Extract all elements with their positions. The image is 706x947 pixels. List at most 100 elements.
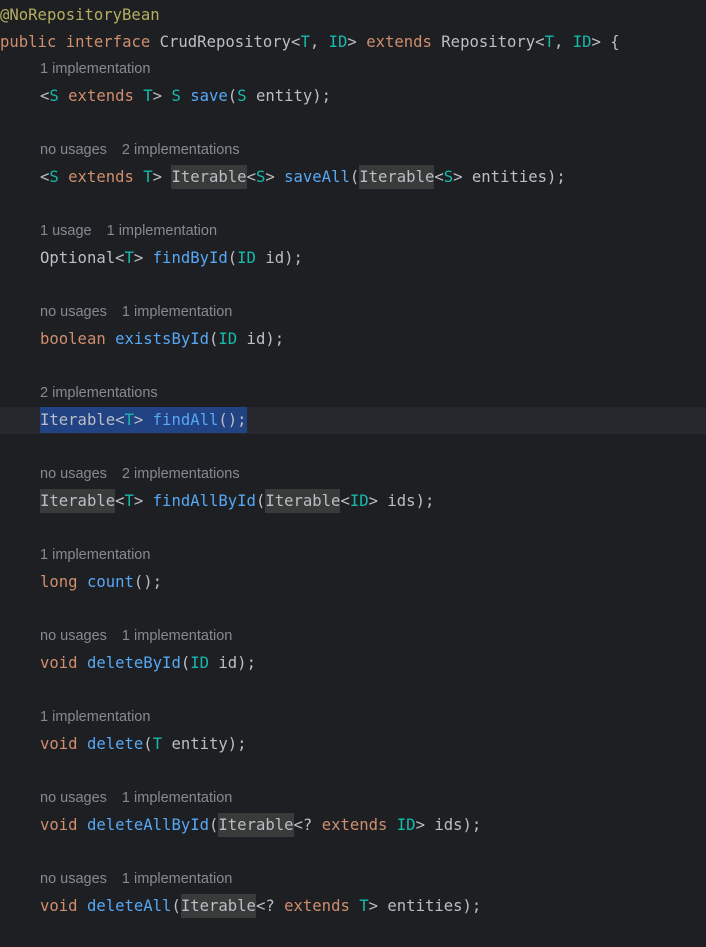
- code-token: Iterable: [40, 489, 116, 513]
- code-token: S: [255, 168, 266, 186]
- interface-declaration[interactable]: public interface CrudRepository<T, ID> e…: [0, 29, 706, 56]
- implementations-hint[interactable]: 1 implementation: [122, 871, 232, 887]
- code-token: boolean: [40, 330, 106, 348]
- method-declaration[interactable]: void deleteAll(Iterable<? extends T> ent…: [0, 893, 706, 920]
- implementations-hint[interactable]: 1 implementation: [122, 628, 232, 644]
- selection[interactable]: Iterable<T> findAll();: [40, 407, 247, 433]
- usages-hint[interactable]: no usages: [40, 142, 107, 158]
- implementations-hint[interactable]: 1 implementation: [40, 709, 150, 725]
- code-token: Iterable: [171, 165, 247, 189]
- method-declaration[interactable]: <S extends T> Iterable<S> saveAll(Iterab…: [0, 164, 706, 191]
- inlay-hint-line: no usages 2 implementations: [0, 137, 706, 164]
- inlay-hint-line: 1 implementation: [0, 542, 706, 569]
- code-token: void: [40, 735, 78, 753]
- code-token: count: [86, 573, 134, 591]
- method-declaration[interactable]: void delete(T entity);: [0, 731, 706, 758]
- code-token: void: [40, 897, 78, 915]
- code-token: >: [133, 492, 153, 510]
- code-token: existsById: [115, 330, 209, 348]
- code-token: (: [209, 330, 219, 348]
- code-token: <?: [255, 897, 285, 915]
- implementations-hint[interactable]: 1 implementation: [122, 304, 232, 320]
- usages-hint[interactable]: no usages: [40, 871, 107, 887]
- code-token: delete: [86, 735, 144, 753]
- code-token: S: [49, 87, 59, 105]
- inlay-hint-line: 2 implementations: [0, 380, 706, 407]
- code-token: ,: [309, 33, 329, 51]
- code-token: interface: [65, 33, 151, 51]
- code-token: <: [340, 492, 350, 510]
- implementations-hint[interactable]: 2 implementations: [122, 142, 240, 158]
- code-token: S: [49, 168, 59, 186]
- code-token: findAll: [152, 411, 219, 429]
- inlay-hint-line: no usages 2 implementations: [0, 461, 706, 488]
- code-line-selected[interactable]: Iterable<T> findAll();: [0, 407, 706, 434]
- code-token: T: [124, 411, 134, 429]
- code-token: (: [227, 87, 238, 105]
- code-token: ID: [328, 33, 348, 51]
- implementations-hint[interactable]: 1 implementation: [107, 223, 217, 239]
- code-token: (: [227, 249, 238, 267]
- method-declaration[interactable]: Optional<T> findById(ID id);: [0, 245, 706, 272]
- annotation-line[interactable]: @NoRepositoryBean: [0, 2, 706, 29]
- code-token: extends: [321, 816, 388, 834]
- code-token: entity);: [246, 87, 332, 105]
- implementations-hint[interactable]: 2 implementations: [122, 466, 240, 482]
- code-token: > entities);: [453, 168, 566, 186]
- usages-hint[interactable]: 1 usage: [40, 223, 92, 239]
- method-declaration[interactable]: boolean existsById(ID id);: [0, 326, 706, 353]
- implementations-hint[interactable]: 1 implementation: [122, 790, 232, 806]
- code-token: @NoRepositoryBean: [0, 6, 160, 24]
- usages-hint[interactable]: no usages: [40, 466, 107, 482]
- implementations-hint[interactable]: 1 implementation: [40, 547, 150, 563]
- code-token: > ids);: [415, 816, 482, 834]
- implementations-hint[interactable]: 1 implementation: [40, 61, 150, 77]
- inlay-hint-line: no usages 1 implementation: [0, 785, 706, 812]
- usages-hint[interactable]: no usages: [40, 304, 107, 320]
- usages-hint[interactable]: no usages: [40, 790, 107, 806]
- code-token: T: [124, 492, 134, 510]
- code-token: long: [40, 573, 78, 591]
- code-token: Iterable<: [40, 411, 125, 429]
- code-token: <: [434, 168, 444, 186]
- usages-hint[interactable]: no usages: [40, 628, 107, 644]
- code-token: id);: [255, 249, 303, 267]
- code-token: T: [143, 168, 153, 186]
- code-token: T: [544, 33, 554, 51]
- code-token: public: [0, 33, 57, 51]
- code-token: extends: [284, 897, 350, 915]
- method-declaration[interactable]: void deleteById(ID id);: [0, 650, 706, 677]
- code-token: >: [133, 249, 153, 267]
- code-token: T: [300, 33, 310, 51]
- code-token: ID: [190, 654, 210, 672]
- code-editor[interactable]: @NoRepositoryBean public interface CrudRe…: [0, 0, 706, 947]
- implementations-hint[interactable]: 2 implementations: [40, 385, 158, 401]
- method-declaration[interactable]: void deleteAllById(Iterable<? extends ID…: [0, 812, 706, 839]
- method-declaration[interactable]: <S extends T> S save(S entity);: [0, 83, 706, 110]
- code-token: >: [133, 411, 153, 429]
- code-token: >: [347, 33, 367, 51]
- method-declaration[interactable]: Iterable<T> findAllById(Iterable<ID> ids…: [0, 488, 706, 515]
- code-token: id);: [209, 654, 256, 672]
- code-token: ID: [349, 492, 369, 510]
- method-declaration[interactable]: long count();: [0, 569, 706, 596]
- code-token: (: [209, 816, 219, 834]
- code-token: extends: [68, 87, 134, 105]
- code-token: Iterable: [359, 165, 435, 189]
- inlay-hint-line: no usages 1 implementation: [0, 623, 706, 650]
- code-token: deleteAll: [86, 897, 172, 915]
- code-token: > ids);: [368, 492, 435, 510]
